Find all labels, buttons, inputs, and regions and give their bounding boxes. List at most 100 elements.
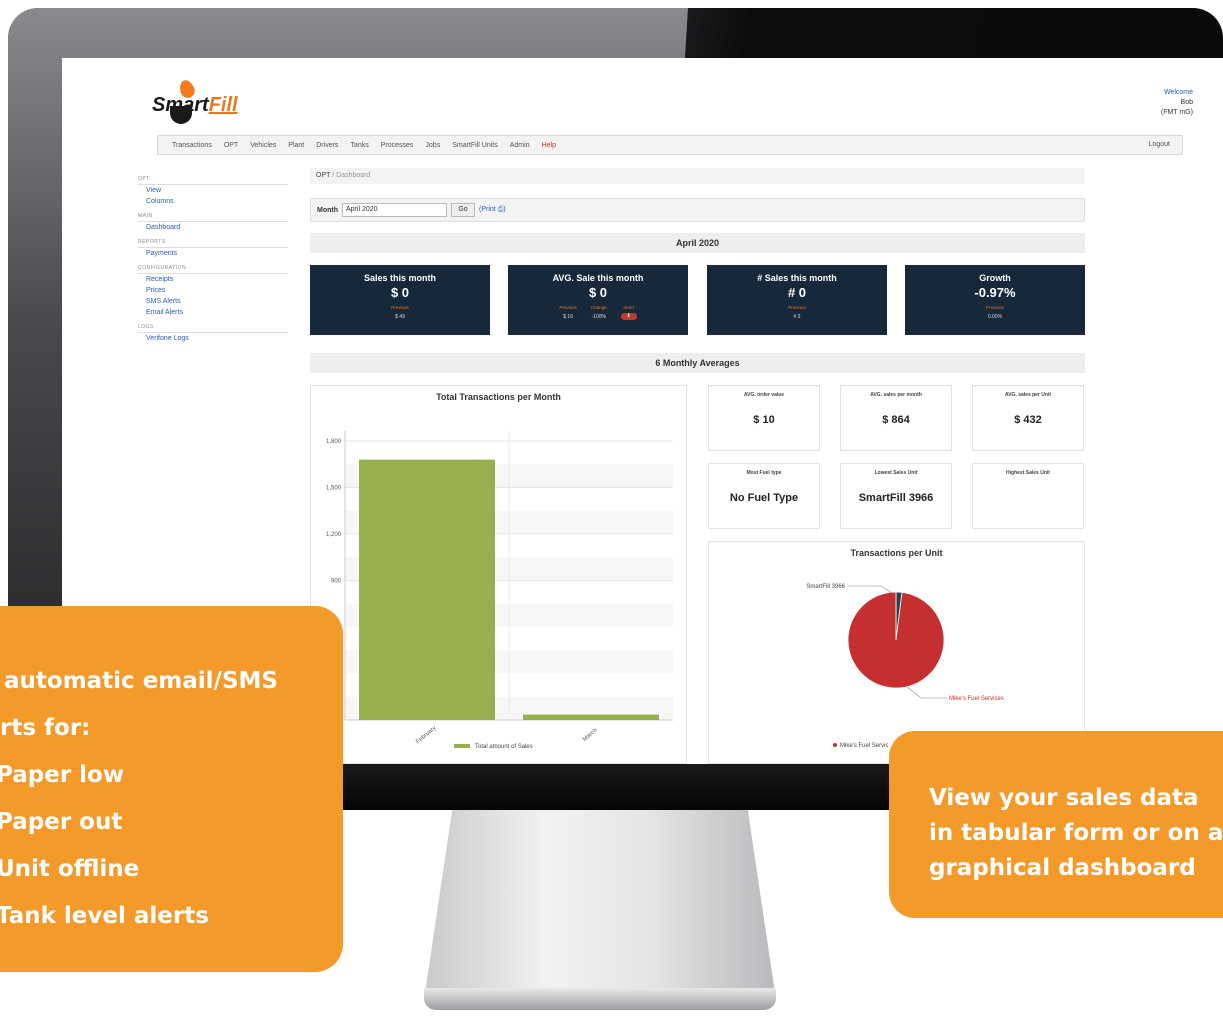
- bar-march: [523, 714, 659, 720]
- kpi-sub-label: Previous: [391, 305, 409, 310]
- welcome-label: Welcome: [1163, 89, 1193, 96]
- legend-label: Total amount of Sales: [475, 744, 533, 750]
- callout-line: in tabular form or on a: [929, 820, 1223, 846]
- stat-lowest-sales-unit: Lowest Sales Unit SmartFill 3966: [840, 463, 952, 529]
- callout-line: automatic email/SMS: [4, 668, 278, 694]
- stat-value: $ 10: [753, 414, 775, 426]
- callout-line: Paper out: [0, 809, 123, 835]
- legend-label: Mike's Fuel Servic: [840, 743, 889, 749]
- kpi-sub-label: Previous: [559, 305, 577, 310]
- sidebar-item-view[interactable]: View: [138, 185, 288, 196]
- top-navbar: Transactions OPT Vehicles Plant Drivers …: [157, 135, 1183, 155]
- stat-value: SmartFill 3966: [858, 492, 934, 504]
- pie-label: SmartFill 3966: [806, 584, 845, 590]
- monitor-stand: [424, 810, 776, 1000]
- stat-label: Most Fuel type: [746, 470, 782, 476]
- legend-swatch: [833, 743, 837, 747]
- label-leader: [906, 686, 947, 699]
- callout-line: Paper low: [0, 762, 125, 788]
- kpi-sub: Previous $ 16 Change -100% trend ⬇: [508, 305, 688, 320]
- logo-text: SmartFill: [152, 94, 238, 116]
- kpi-sub-label: trend: [623, 305, 634, 310]
- stat-label: Lowest Sales Unit: [874, 470, 918, 476]
- nav-processes[interactable]: Processes: [381, 142, 414, 149]
- callout-line: View your sales data: [929, 785, 1199, 811]
- sidebar-item-sms-alerts[interactable]: SMS Alerts: [138, 296, 288, 307]
- kpi-growth: Growth -0.97% Previous 0.00%: [905, 265, 1085, 335]
- kpi-sales-count: # Sales this month # 0 Previous # 3: [707, 265, 887, 335]
- kpi-sub-value: $ 49: [395, 314, 405, 320]
- nav-jobs[interactable]: Jobs: [425, 142, 440, 149]
- go-button[interactable]: Go: [451, 203, 475, 217]
- stat-label: AVG. order value: [743, 392, 785, 398]
- sidebar-section-reports: REPORTS: [138, 237, 288, 248]
- stat-avg-sales-per-month: AVG. sales per month $ 864: [840, 385, 952, 451]
- logout-link[interactable]: Logout: [1149, 141, 1170, 148]
- dashboard-callout: View your sales data in tabular form or …: [889, 731, 1223, 918]
- nav-tanks[interactable]: Tanks: [350, 142, 368, 149]
- nav-vehicles[interactable]: Vehicles: [250, 142, 276, 149]
- transactions-bar-chart: Total Transactions per Month 1,800 1,500 1…: [310, 385, 687, 764]
- x-tick-label: February: [415, 725, 437, 745]
- averages-header: 6 Monthly Averages: [310, 353, 1085, 373]
- sidebar-item-receipts[interactable]: Receipts: [138, 274, 288, 285]
- kpi-sub-value: -100%: [591, 314, 606, 320]
- kpi-sub-label: Change: [590, 305, 607, 310]
- nav-smartfill-units[interactable]: SmartFill Units: [452, 142, 498, 149]
- sidebar-item-columns[interactable]: Columns: [138, 196, 288, 207]
- nav-transactions[interactable]: Transactions: [172, 142, 212, 149]
- breadcrumb-opt[interactable]: OPT: [316, 172, 330, 179]
- y-tick-label: 1,500: [326, 486, 342, 492]
- kpi-sub-label: Previous: [986, 305, 1004, 310]
- sidebar-item-email-alerts[interactable]: Email Alerts: [138, 307, 288, 318]
- stat-avg-sales-per-unit: AVG. sales per Unit $ 432: [972, 385, 1084, 451]
- y-tick-label: 900: [331, 579, 342, 585]
- sidebar-section-logs: LOGS: [138, 322, 288, 333]
- kpi-value: # 0: [787, 285, 807, 300]
- welcome-org: (FMT mG): [1160, 109, 1193, 116]
- x-tick-label: March: [582, 728, 599, 743]
- stat-label: Highest Sales Unit: [1006, 470, 1050, 476]
- pie-label: Mike's Fuel Services: [949, 696, 1004, 702]
- nav-admin[interactable]: Admin: [510, 142, 530, 149]
- print-link[interactable]: (Print ⎙): [479, 206, 506, 214]
- stat-value: No Fuel Type: [729, 492, 799, 504]
- callout-line: graphical dashboard: [929, 855, 1196, 881]
- trend-down-icon: ⬇: [620, 313, 637, 320]
- smartfill-logo[interactable]: SmartFill: [152, 78, 242, 128]
- sidebar-section-opt: OPT: [138, 174, 288, 185]
- month-filter-bar: Month April 2020 Go (Print ⎙): [310, 198, 1085, 222]
- kpi-sub-label: Previous: [788, 305, 806, 310]
- bar-february: [359, 459, 495, 720]
- kpi-title: AVG. Sale this month: [552, 273, 644, 283]
- monitor-stand-base: [424, 988, 776, 1010]
- pie-slice: [847, 591, 945, 689]
- stat-value: $ 864: [882, 414, 910, 426]
- kpi-sub-value: 0.00%: [987, 314, 1003, 320]
- month-header: April 2020: [310, 233, 1085, 253]
- kpi-value: $ 0: [390, 285, 410, 300]
- nav-help[interactable]: Help: [542, 142, 556, 149]
- stat-value: $ 432: [1014, 414, 1042, 426]
- sidebar-item-dashboard[interactable]: Dashboard: [138, 222, 288, 233]
- kpi-avg-sale-this-month: AVG. Sale this month $ 0 Previous $ 16 Ch…: [508, 265, 688, 335]
- kpi-sub-value: # 3: [793, 314, 801, 320]
- welcome-block: Welcome Bob (FMT mG): [1161, 88, 1193, 118]
- kpi-title: # Sales this month: [757, 273, 837, 283]
- nav-opt[interactable]: OPT: [224, 142, 238, 149]
- sidebar-item-verifone-logs[interactable]: Verifone Logs: [138, 333, 288, 344]
- callout-line: Unit offline: [0, 856, 140, 882]
- kpi-sub: Previous $ 49: [310, 305, 490, 320]
- kpi-title: Sales this month: [363, 273, 436, 283]
- y-tick-label: 1,200: [326, 532, 342, 538]
- y-tick-label: 1,800: [326, 439, 342, 445]
- breadcrumb-separator: /: [332, 172, 335, 179]
- sidebar-item-payments[interactable]: Payments: [138, 248, 288, 259]
- month-input[interactable]: April 2020: [342, 203, 447, 217]
- sidebar-section-main: MAIN: [138, 211, 288, 222]
- sidebar-section-configuration: CONFIGURATION: [138, 263, 288, 274]
- nav-drivers[interactable]: Drivers: [316, 142, 338, 149]
- nav-plant[interactable]: Plant: [288, 142, 304, 149]
- sidebar-item-prices[interactable]: Prices: [138, 285, 288, 296]
- kpi-sub: Previous 0.00%: [905, 305, 1085, 320]
